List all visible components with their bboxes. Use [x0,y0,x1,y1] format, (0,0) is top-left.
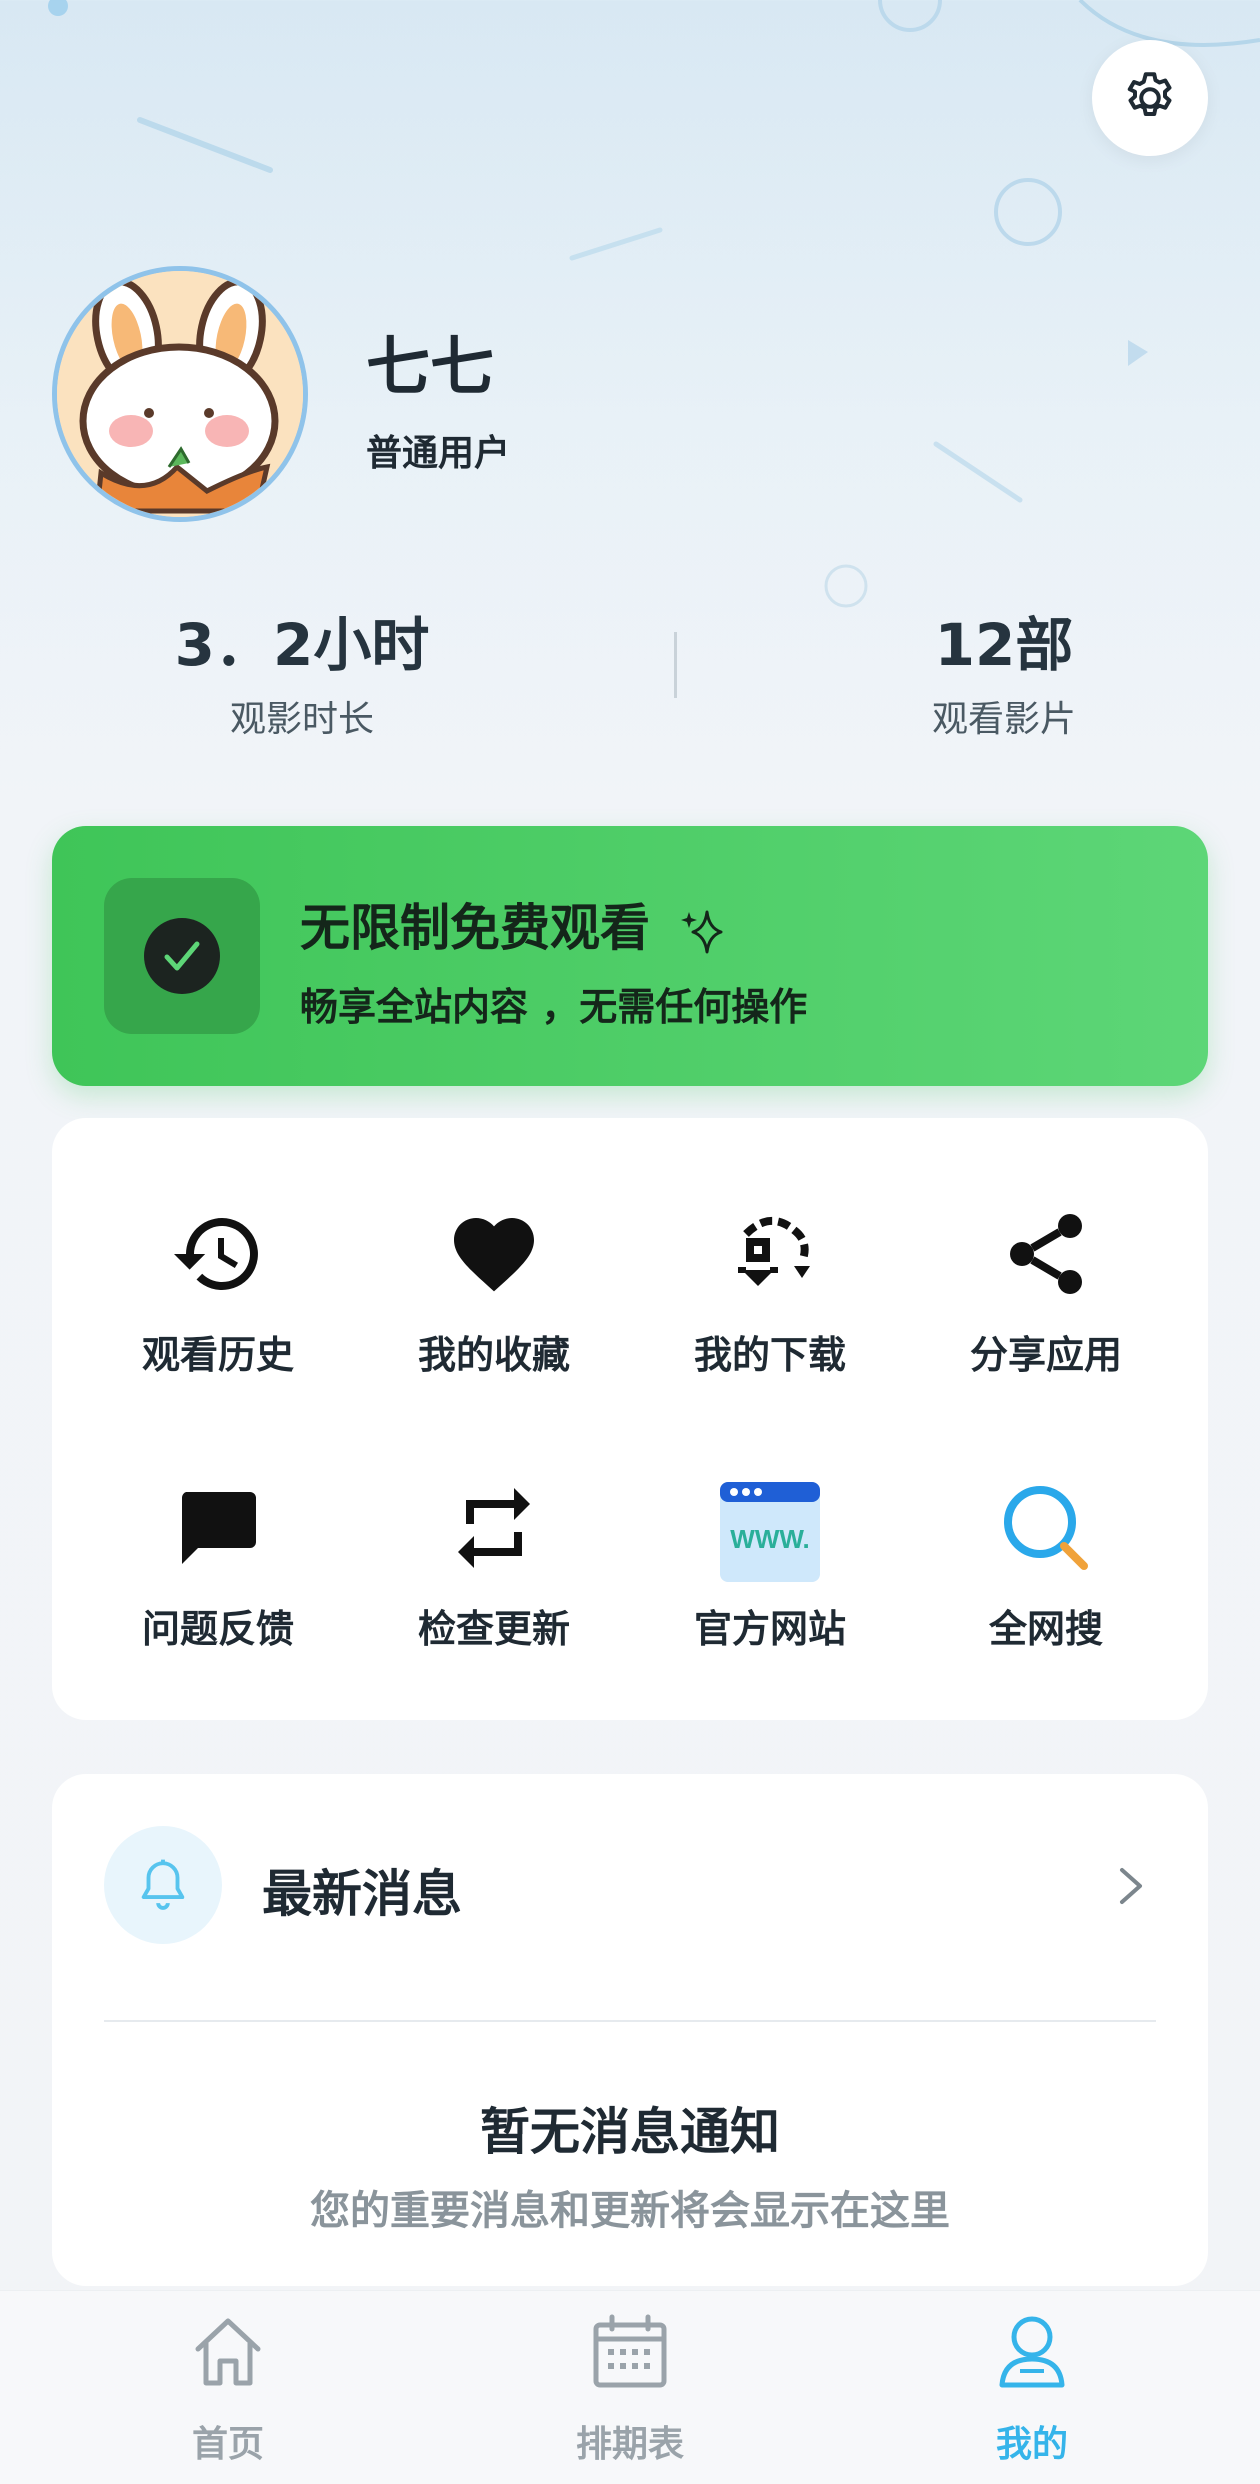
website-icon: WWW. [720,1482,820,1582]
share-icon [1010,1214,1082,1294]
grid-label: 问题反馈 [141,1607,294,1651]
bunny-avatar-image [57,271,303,517]
username: 七七 [366,331,494,405]
grid-label: 分享应用 [969,1333,1122,1377]
movies-watched-label: 观看影片 [931,699,1076,740]
nav-item-home[interactable]: 首页 [108,2311,348,2465]
grid-item-history[interactable]: 观看历史 [80,1200,356,1400]
nav-label-home: 首页 [191,2424,264,2465]
grid-item-downloads[interactable]: 我的下载 [632,1200,908,1400]
promo-subtitle: 畅享全站内容 ，无需任何操作 [300,985,808,1029]
grid-item-update[interactable]: 检查更新 [356,1474,632,1674]
gear-icon [1127,72,1172,116]
nav-label-profile: 我的 [995,2424,1068,2465]
home-icon [195,2318,261,2386]
promo-title: 无限制免费观看 [300,888,725,960]
calendar-icon [593,2314,667,2388]
empty-messages-title: 暂无消息通知 [480,2103,780,2161]
user-icon [999,2316,1065,2388]
bell-icon [141,1859,185,1910]
latest-messages-title[interactable]: 最新消息 [262,1854,462,1926]
grid-label: 我的收藏 [417,1333,570,1377]
sparkle-icon [681,910,723,953]
bell-icon-container [104,1826,222,1944]
feedback-icon [181,1492,256,1564]
user-type: 普通用户 [366,433,511,474]
grid-item-search[interactable]: 全网搜 [908,1474,1184,1674]
history-icon [174,1218,258,1290]
grid-item-website[interactable]: WWW. 官方网站 [632,1474,908,1674]
website-icon-text: WWW. [730,1524,809,1554]
grid-label: 我的下载 [693,1333,846,1377]
grid-item-share[interactable]: 分享应用 [908,1200,1184,1400]
promo-icon-box [104,878,260,1034]
nav-label-schedule: 排期表 [575,2424,684,2465]
empty-messages-subtitle: 您的重要消息和更新将会显示在这里 [310,2188,950,2234]
nav-item-schedule[interactable]: 排期表 [510,2311,750,2465]
search-icon [1004,1486,1088,1570]
stats-divider [674,632,677,698]
settings-button[interactable] [1092,40,1208,156]
free-watch-banner[interactable]: 无限制免费观看 畅享全站内容 ，无需任何操作 [52,826,1208,1086]
heart-icon [454,1218,534,1292]
avatar[interactable] [52,266,308,522]
nav-item-profile[interactable]: 我的 [912,2311,1152,2465]
movies-watched-value: 12部 [934,611,1074,679]
feature-grid: 观看历史 我的收藏 我的下载 分享应用 问题反馈 检查更新 WWW. 官方网站 … [52,1118,1208,1720]
chevron-right-icon[interactable] [1112,1856,1152,1916]
grid-item-favorites[interactable]: 我的收藏 [356,1200,632,1400]
messages-card: 最新消息 暂无消息通知 您的重要消息和更新将会显示在这里 [52,1774,1208,2286]
grid-label: 观看历史 [141,1333,294,1377]
grid-label: 官方网站 [693,1607,846,1651]
grid-label: 检查更新 [417,1607,570,1651]
messages-divider [104,2020,1156,2022]
update-icon [458,1488,530,1568]
promo-title-text: 无限制免费观看 [300,899,650,957]
check-circle-icon [144,918,220,994]
watch-time-value: 3．2小时 [174,611,430,679]
download-icon [738,1217,810,1286]
grid-label: 全网搜 [988,1607,1103,1651]
watch-time-label: 观影时长 [229,699,374,740]
bottom-nav: 首页 排期表 我的 [0,2290,1260,2484]
grid-item-feedback[interactable]: 问题反馈 [80,1474,356,1674]
